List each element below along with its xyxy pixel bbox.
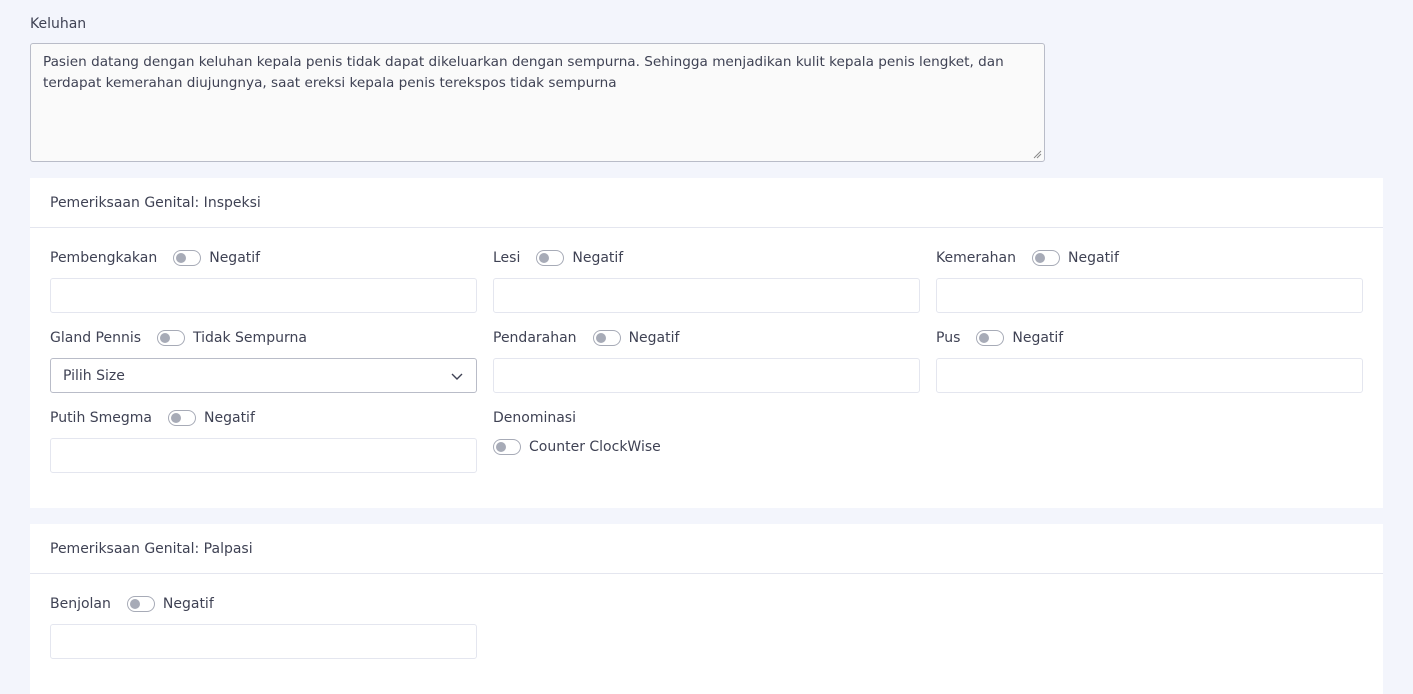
putih-smegma-input[interactable]	[50, 438, 477, 473]
gland-pennis-toggle[interactable]	[157, 330, 186, 346]
benjolan-status: Negatif	[162, 596, 214, 612]
putih-smegma-status: Negatif	[204, 410, 255, 426]
denominasi-status: Counter ClockWise	[529, 439, 661, 455]
kemerahan-label: Kemerahan	[936, 250, 1017, 266]
keluhan-text: Pasien datang dengan keluhan kepala peni…	[43, 54, 1004, 91]
benjolan-label: Benjolan	[50, 596, 111, 612]
kemerahan-status: Negatif	[1068, 250, 1119, 266]
inspeksi-card-title: Pemeriksaan Genital: Inspeksi	[30, 178, 1383, 228]
pendarahan-label: Pendarahan	[493, 330, 577, 346]
keluhan-textarea[interactable]: Pasien datang dengan keluhan kepala peni…	[30, 43, 1045, 162]
kemerahan-toggle[interactable]	[1032, 250, 1061, 266]
denominasi-label: Denominasi	[493, 410, 576, 426]
lesi-input[interactable]	[493, 278, 920, 313]
pendarahan-status: Negatif	[628, 330, 680, 346]
pembengkakan-label: Pembengkakan	[50, 250, 158, 266]
pendarahan-toggle[interactable]	[592, 330, 621, 346]
denominasi-toggle[interactable]	[493, 439, 521, 455]
lesi-status: Negatif	[572, 250, 624, 266]
keluhan-label: Keluhan	[30, 16, 87, 32]
palpasi-card-title: Pemeriksaan Genital: Palpasi	[30, 524, 1383, 574]
gland-pennis-status: Tidak Sempurna	[193, 330, 307, 346]
pus-status: Negatif	[1012, 330, 1064, 346]
pembengkakan-toggle[interactable]	[173, 250, 202, 266]
chevron-down-icon	[451, 373, 463, 380]
resize-grip-icon[interactable]	[1033, 150, 1042, 159]
palpasi-card: Pemeriksaan Genital: Palpasi Benjolan Ne…	[30, 524, 1383, 694]
gland-pennis-select-value: Pilih Size	[63, 367, 125, 384]
pembengkakan-status: Negatif	[209, 250, 261, 266]
gland-pennis-label: Gland Pennis	[50, 330, 142, 346]
gland-pennis-size-select[interactable]: Pilih Size	[50, 358, 477, 393]
lesi-label: Lesi	[493, 250, 521, 266]
pus-input[interactable]	[936, 358, 1363, 393]
pendarahan-field: Pendarahan Negatif	[493, 328, 920, 393]
pus-field: Pus Negatif	[936, 328, 1363, 393]
putih-smegma-field: Putih Smegma Negatif	[50, 408, 477, 473]
pembengkakan-input[interactable]	[50, 278, 477, 313]
pembengkakan-field: Pembengkakan Negatif	[50, 248, 477, 313]
inspeksi-card: Pemeriksaan Genital: Inspeksi Pembengkak…	[30, 178, 1383, 508]
pus-toggle[interactable]	[976, 330, 1005, 346]
lesi-field: Lesi Negatif	[493, 248, 920, 313]
gland-pennis-field: Gland Pennis Tidak Sempurna Pilih Size	[50, 328, 477, 393]
benjolan-input[interactable]	[50, 624, 477, 659]
pendarahan-input[interactable]	[493, 358, 920, 393]
putih-smegma-label: Putih Smegma	[50, 410, 153, 426]
benjolan-field: Benjolan Negatif	[50, 594, 477, 659]
benjolan-toggle[interactable]	[126, 596, 155, 612]
kemerahan-field: Kemerahan Negatif	[936, 248, 1363, 313]
lesi-toggle[interactable]	[536, 250, 565, 266]
denominasi-field: Denominasi Counter ClockWise	[493, 408, 920, 457]
putih-smegma-toggle[interactable]	[168, 410, 197, 426]
pus-label: Pus	[936, 330, 961, 346]
kemerahan-input[interactable]	[936, 278, 1363, 313]
